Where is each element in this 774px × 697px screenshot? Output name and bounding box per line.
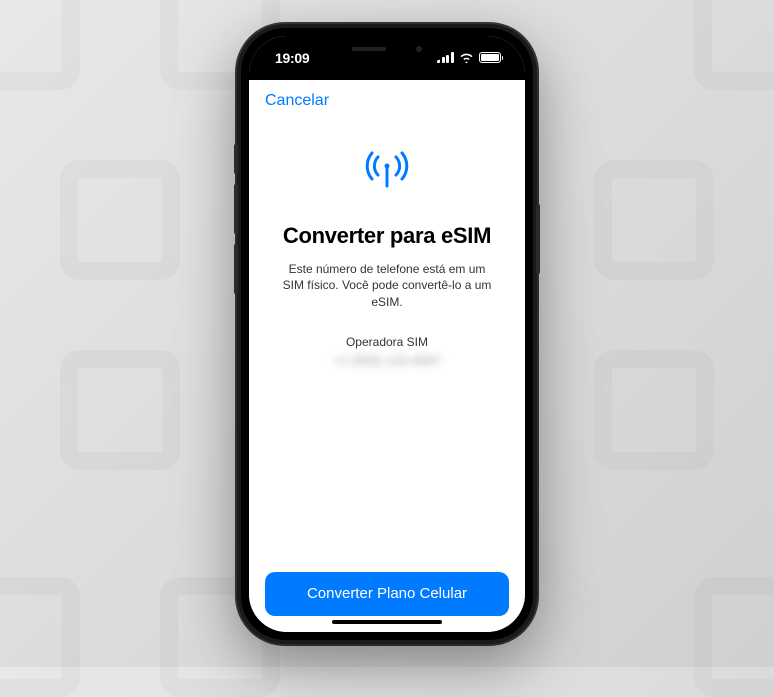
volume-up-button <box>234 184 238 234</box>
phone-screen: 19:09 <box>249 36 525 632</box>
battery-icon <box>479 52 504 63</box>
wifi-icon <box>459 50 474 66</box>
cancel-button[interactable]: Cancelar <box>265 92 329 109</box>
home-indicator[interactable] <box>332 620 442 624</box>
page-description: Este número de telefone está em um SIM f… <box>273 261 501 311</box>
main-content: Converter para eSIM Este número de telef… <box>249 118 525 572</box>
phone-number-redacted: +1 (555) 123-4567 <box>333 353 440 368</box>
volume-down-button <box>234 244 238 294</box>
power-button <box>536 204 540 274</box>
phone-device-frame: 19:09 <box>237 24 537 644</box>
antenna-icon <box>363 146 411 199</box>
status-time: 19:09 <box>275 50 309 66</box>
carrier-label: Operadora SIM <box>346 335 428 349</box>
content-area: Cancelar Conve <box>249 80 525 632</box>
page-title: Converter para eSIM <box>283 223 491 249</box>
mute-switch <box>234 144 238 174</box>
convert-plan-button[interactable]: Converter Plano Celular <box>265 572 509 616</box>
notch <box>327 36 447 62</box>
nav-bar: Cancelar <box>249 80 525 118</box>
